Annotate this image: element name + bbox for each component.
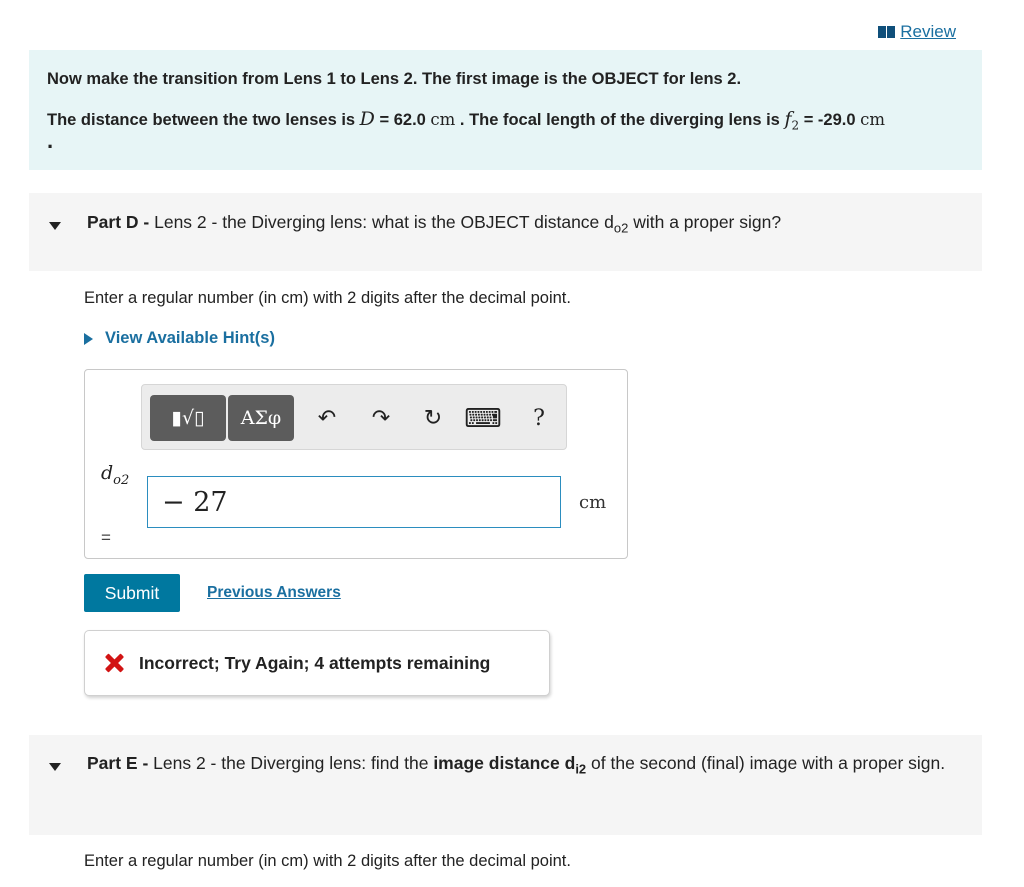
caret-down-icon[interactable]: [49, 222, 61, 230]
review-link[interactable]: Review: [878, 22, 956, 42]
submit-button[interactable]: Submit: [84, 574, 180, 612]
unit-label: cm: [579, 492, 607, 513]
redo-icon[interactable]: ↷: [368, 405, 394, 431]
undo-icon[interactable]: ↶: [314, 405, 340, 431]
feedback-text: Incorrect; Try Again; 4 attempts remaini…: [139, 652, 491, 673]
variable-label: do2: [101, 462, 130, 488]
greek-icon: ΑΣφ: [240, 407, 282, 429]
help-icon[interactable]: ?: [526, 405, 552, 431]
answer-box: ▮√▯ ΑΣφ ↶ ↷ ↻ ⌨ ? do2 = − 27 cm: [84, 369, 628, 559]
book-icon: [878, 26, 896, 38]
answer-value: − 27: [162, 486, 228, 518]
part-e-instruction: Enter a regular number (in cm) with 2 di…: [84, 852, 571, 870]
answer-input[interactable]: − 27: [147, 476, 561, 528]
intro-panel: Now make the transition from Lens 1 to L…: [29, 50, 982, 170]
intro-line-1: Now make the transition from Lens 1 to L…: [47, 70, 742, 88]
part-d-title: Part D - Lens 2 - the Diverging lens: wh…: [87, 212, 782, 236]
hint-label: View Available Hint(s): [105, 329, 275, 347]
part-d-instruction: Enter a regular number (in cm) with 2 di…: [84, 289, 571, 307]
part-e-title: Part E - Lens 2 - the Diverging lens: fi…: [87, 753, 946, 777]
templates-button[interactable]: ▮√▯: [150, 395, 226, 441]
view-hints-link[interactable]: View Available Hint(s): [84, 329, 275, 348]
intro-line-3: .: [47, 128, 54, 153]
equals-sign: =: [101, 528, 111, 547]
review-label: Review: [900, 22, 956, 41]
part-e-header[interactable]: Part E - Lens 2 - the Diverging lens: fi…: [29, 735, 982, 835]
keyboard-icon[interactable]: ⌨: [464, 403, 502, 433]
templates-icon: ▮√▯: [171, 407, 205, 429]
intro-line-2: The distance between the two lenses is D…: [47, 108, 886, 133]
error-x-icon: [103, 652, 125, 674]
caret-right-icon: [84, 332, 93, 345]
previous-answers-link[interactable]: Previous Answers: [207, 584, 341, 602]
part-d-header[interactable]: Part D - Lens 2 - the Diverging lens: wh…: [29, 193, 982, 271]
greek-symbols-button[interactable]: ΑΣφ: [228, 395, 294, 441]
feedback-box: Incorrect; Try Again; 4 attempts remaini…: [84, 630, 550, 696]
reset-icon[interactable]: ↻: [420, 405, 446, 431]
math-toolbar: ▮√▯ ΑΣφ ↶ ↷ ↻ ⌨ ?: [141, 384, 567, 450]
